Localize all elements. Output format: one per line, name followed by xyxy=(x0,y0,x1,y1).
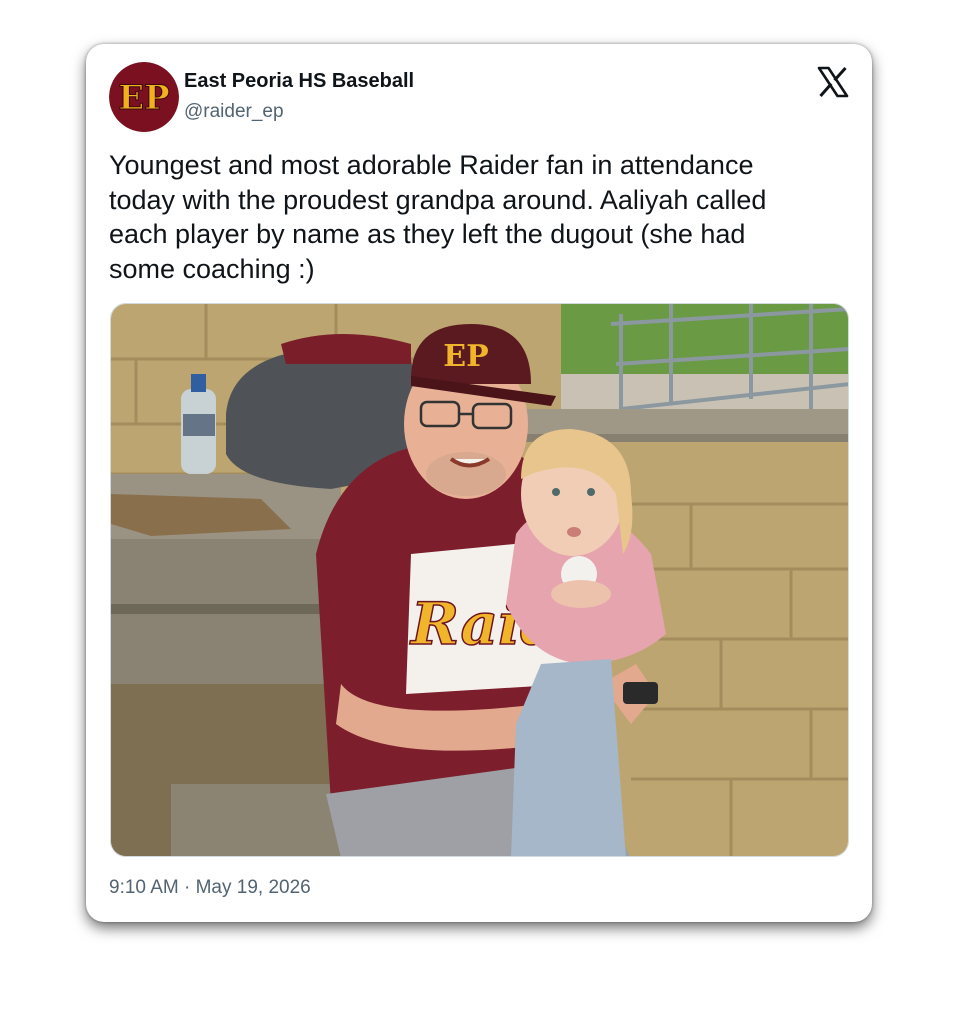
tweet-text-line: each player by name as they left the dug… xyxy=(109,219,746,249)
x-logo-icon[interactable] xyxy=(817,66,849,98)
tweet-card: EP East Peoria HS Baseball @raider_ep Yo… xyxy=(86,44,872,922)
tweet-text-line: some coaching :) xyxy=(109,253,315,284)
tweet-text-line: today with the proudest grandpa around. … xyxy=(109,184,767,215)
tweet-text: Youngest and most adorable Raider fan in… xyxy=(109,148,849,286)
cap-logo: EP xyxy=(443,339,488,374)
ep-logo-icon: EP xyxy=(109,62,179,132)
display-name[interactable]: East Peoria HS Baseball xyxy=(184,70,414,93)
avatar-initials: EP xyxy=(118,78,169,118)
tweet-text-line: Youngest and most adorable Raider fan in… xyxy=(109,150,754,180)
handle[interactable]: @raider_ep xyxy=(184,101,284,123)
tweet-timestamp[interactable]: 9:10 AM · May 19, 2026 xyxy=(109,877,311,899)
tweet-photo[interactable]: Raid EP xyxy=(110,303,849,857)
avatar[interactable]: EP xyxy=(109,62,179,132)
